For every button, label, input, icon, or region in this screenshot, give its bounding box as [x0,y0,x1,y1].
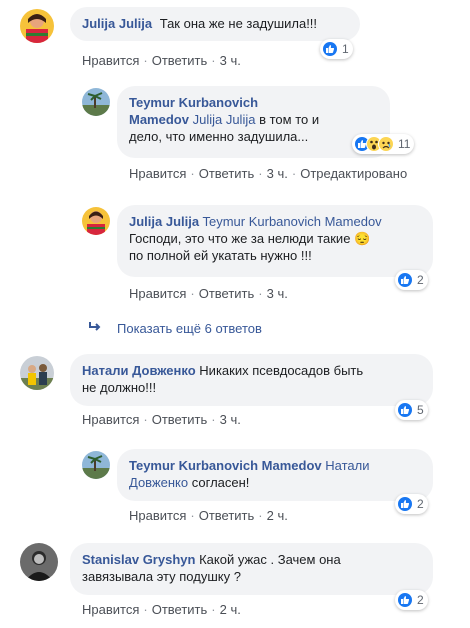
separator: · [190,286,195,301]
comment-actions: Нравится · Ответить · 2 ч. [129,508,288,523]
timestamp[interactable]: 2 ч. [220,602,241,617]
comment-text-cont: не должно!!! [82,380,157,395]
reactions-badge[interactable]: 2 [395,270,428,290]
separator: · [211,602,216,617]
comment-bubble: Stanislav Gryshyn Какой ужас . Зачем она… [70,543,433,595]
reaction-count: 2 [417,273,424,287]
pensive-emoji: 😔 [354,231,371,246]
reaction-count: 5 [417,403,424,417]
separator: · [258,286,263,301]
reply-link[interactable]: Ответить [152,602,208,617]
separator: · [190,508,195,523]
comment-bubble: Julija Julija Teymur Kurbanovich Mamedov… [117,205,433,277]
reactions-badge[interactable]: 1 [320,39,353,59]
comment-author-cont[interactable]: Mamedov [129,112,189,127]
separator: · [143,602,148,617]
reply-link[interactable]: Ответить [152,53,208,68]
comment-actions: Нравится · Ответить · 3 ч. [82,53,241,68]
comment-text-cont: по полной ей укатать нужно !!! [129,248,312,263]
comment-bubble: Натали Довженко Никаких псевдосадов быть… [70,354,433,406]
like-icon [397,496,413,512]
mention-link-cont[interactable]: Довженко [129,475,188,490]
like-link[interactable]: Нравится [82,412,139,427]
mention-link[interactable]: Teymur Kurbanovich Mamedov [202,214,381,229]
comment-text-cont: завязывала эту подушку ? [82,569,241,584]
edited-label[interactable]: Отредактировано [300,166,407,181]
avatar-stanislav[interactable] [20,543,58,581]
timestamp[interactable]: 2 ч. [267,508,288,523]
reply-link[interactable]: Ответить [199,166,255,181]
timestamp[interactable]: 3 ч. [220,412,241,427]
timestamp[interactable]: 3 ч. [267,166,288,181]
separator: · [258,166,263,181]
comment-bubble: Teymur Kurbanovich Mamedov Натали Довжен… [117,449,433,501]
reaction-count: 1 [342,42,349,56]
comment-bubble: Teymur Kurbanovich Mamedov Julija Julija… [117,86,390,158]
like-link[interactable]: Нравится [129,286,186,301]
comment-actions: Нравится · Ответить · 2 ч. [82,602,241,617]
like-icon [397,592,413,608]
comment-text: в том то и [259,112,320,127]
show-more-replies-link[interactable]: Показать ещё 6 ответов [117,321,262,336]
sad-icon [378,136,394,152]
reply-link[interactable]: Ответить [199,286,255,301]
reactions-badge[interactable]: 2 [395,590,428,610]
comment-author[interactable]: Натали Довженко [82,363,196,378]
comment-text-cont: дело, что именно задушила... [129,129,309,144]
like-link[interactable]: Нравится [82,602,139,617]
reaction-count: 2 [417,497,424,511]
comment-text: Какой ужас . Зачем она [199,552,341,567]
separator: · [190,166,195,181]
avatar-julija[interactable] [82,207,110,235]
reply-link[interactable]: Ответить [152,412,208,427]
avatar-teymur[interactable] [82,451,110,479]
like-icon [397,272,413,288]
timestamp[interactable]: 3 ч. [220,53,241,68]
reactions-badge[interactable]: 5 [395,400,428,420]
comment-actions: Нравится · Ответить · 3 ч. [129,286,288,301]
mention-link[interactable]: Натали [325,458,369,473]
timestamp[interactable]: 3 ч. [267,286,288,301]
reaction-count: 11 [398,137,411,151]
like-icon [397,402,413,418]
like-icon [322,41,338,57]
avatar-natali[interactable] [20,356,54,390]
comment-actions: Нравится · Ответить · 3 ч. · Отредактировано [129,166,407,181]
separator: · [291,166,297,181]
separator: · [143,53,148,68]
like-link[interactable]: Нравится [129,166,186,181]
comment-author[interactable]: Julija Julija [129,214,199,229]
comment-author[interactable]: Teymur Kurbanovich [129,94,378,111]
like-link[interactable]: Нравится [129,508,186,523]
like-link[interactable]: Нравится [82,53,139,68]
avatar-julija[interactable] [20,9,54,43]
reactions-badge[interactable]: 11 [352,134,415,154]
avatar-teymur[interactable] [82,88,110,116]
reply-link[interactable]: Ответить [199,508,255,523]
reactions-badge[interactable]: 2 [395,494,428,514]
comment-actions: Нравится · Ответить · 3 ч. [82,412,241,427]
reaction-count: 2 [417,593,424,607]
comment-author[interactable]: Teymur Kurbanovich Mamedov [129,458,322,473]
separator: · [143,412,148,427]
mention-link[interactable]: Julija Julija [193,112,256,127]
comment-author[interactable]: Julija Julija [82,16,152,31]
comment-text: согласен! [191,475,250,490]
comment-text: Господи, это что же за нелюди такие [129,231,351,246]
reply-arrow-icon [88,321,102,336]
separator: · [258,508,263,523]
comment-text: Так она же не задушила!!! [159,16,318,31]
comment-bubble: Julija Julija Так она же не задушила!!! [70,7,360,41]
comment-author[interactable]: Stanislav Gryshyn [82,552,195,567]
comment-text: Никаких псевдосадов быть [199,363,364,378]
separator: · [211,53,216,68]
separator: · [211,412,216,427]
